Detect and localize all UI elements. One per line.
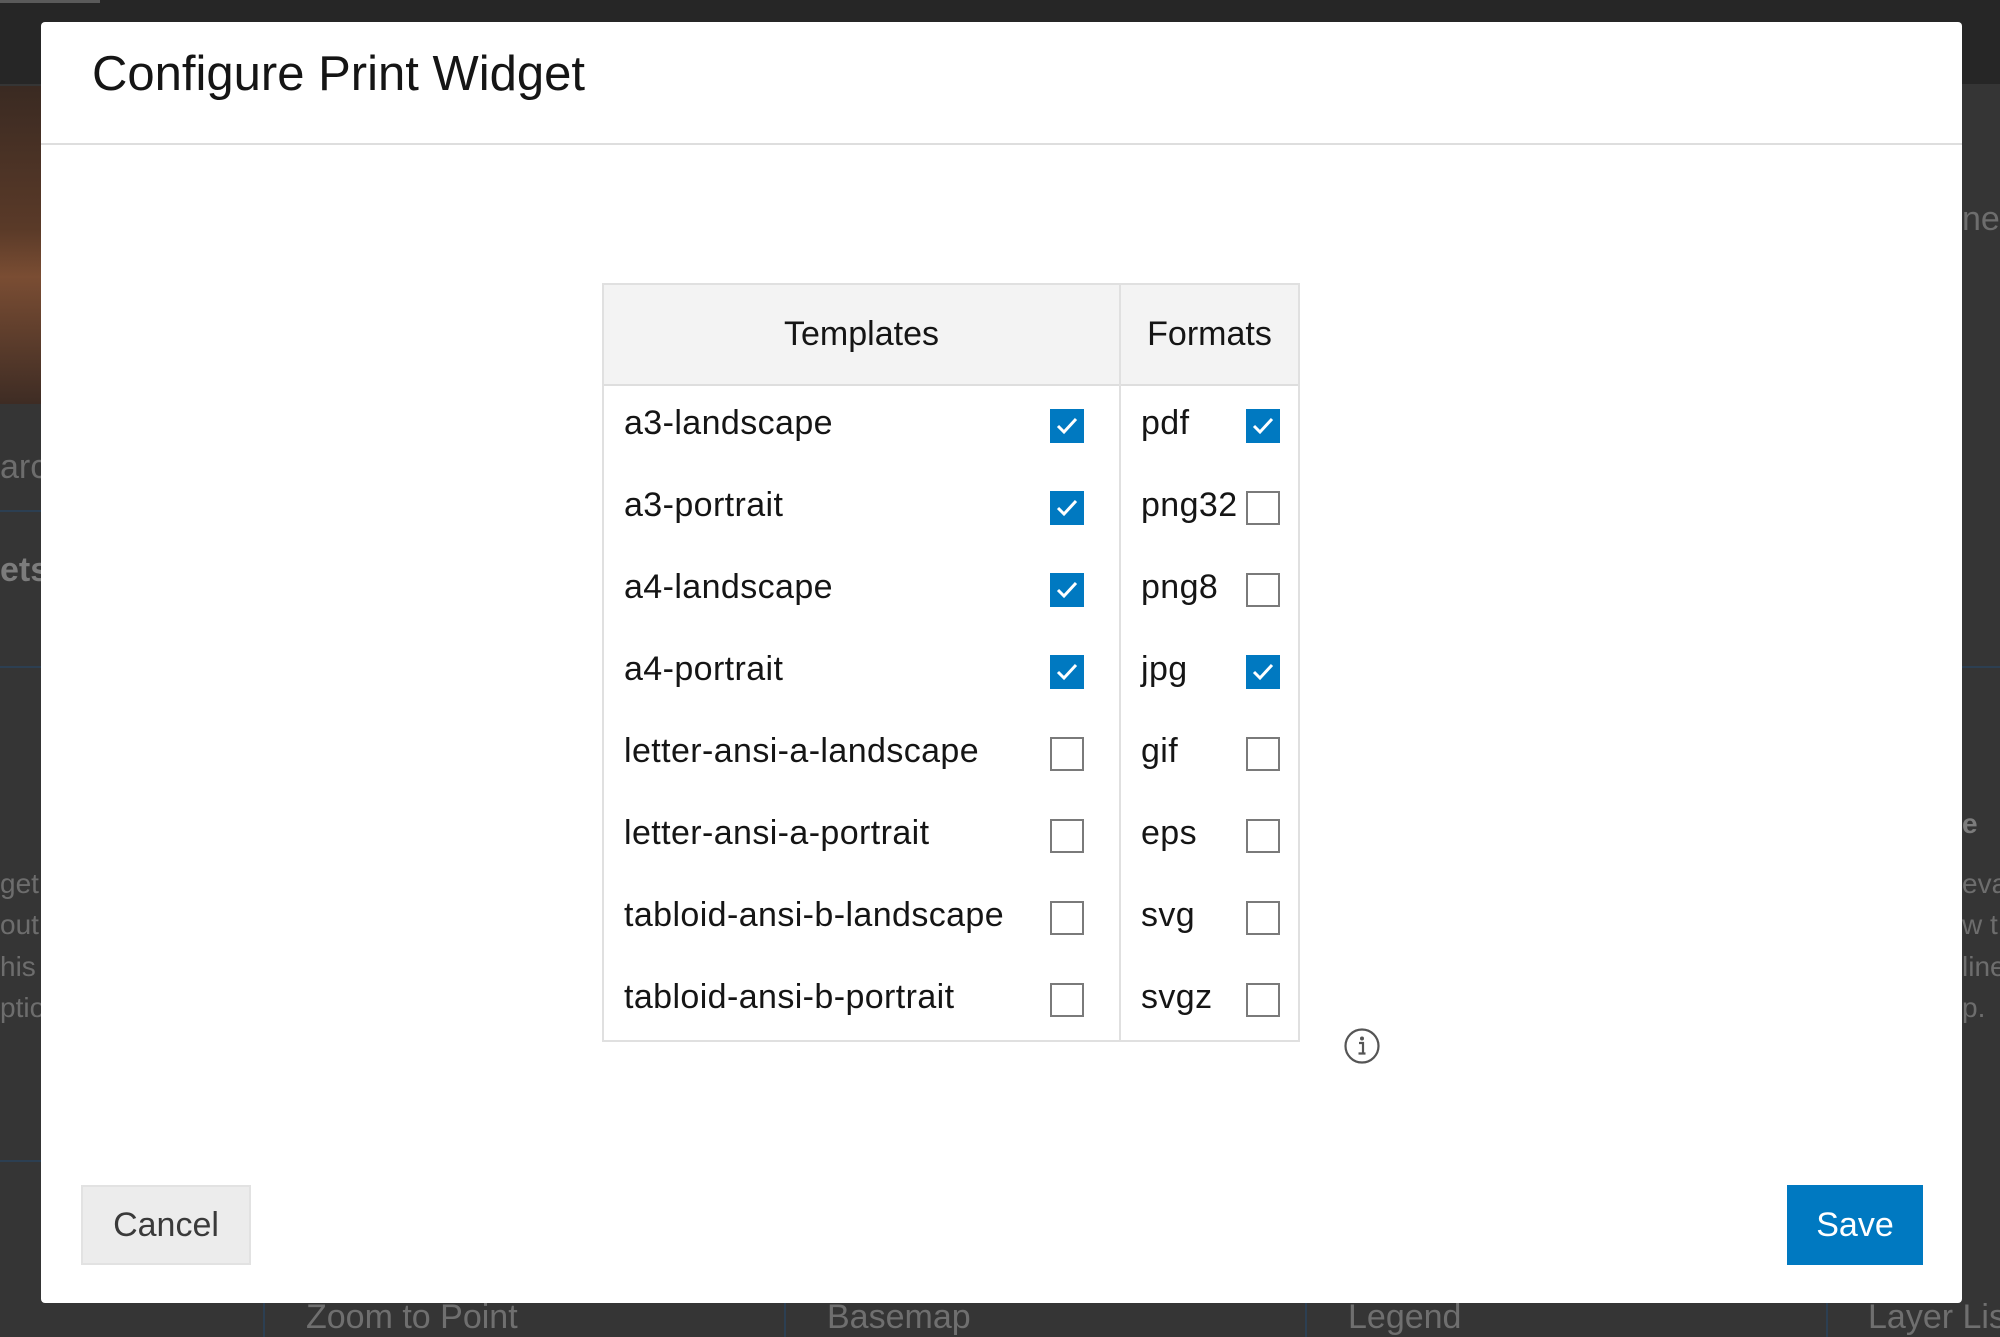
format-row: png8 [1121,550,1298,632]
template-label: letter-ansi-a-portrait [624,814,930,852]
formats-column: Formats pdf png32 png8 jpg gif eps svg s… [1121,285,1298,1040]
templates-list: a3-landscape a3-portrait a4-landscape a4… [604,386,1119,1042]
background-text: line [1962,951,2000,982]
background-text: eva [1962,868,2000,899]
template-label: a3-landscape [624,404,833,442]
checkmark-icon [1056,417,1078,435]
format-label: png32 [1141,486,1238,524]
template-checkbox[interactable] [1050,655,1084,689]
background-text: his [0,951,36,982]
format-row: svg [1121,878,1298,960]
format-checkbox[interactable] [1246,409,1280,443]
template-row: letter-ansi-a-landscape [604,714,1119,796]
format-row: gif [1121,714,1298,796]
template-checkbox[interactable] [1050,409,1084,443]
template-checkbox[interactable] [1050,901,1084,935]
checkmark-icon [1056,581,1078,599]
template-label: tabloid-ansi-b-landscape [624,896,1005,934]
background-card-divider [1305,1300,1307,1337]
format-checkbox[interactable] [1246,737,1280,771]
background-card-title: Zoom to Point [306,1298,518,1336]
background-text: out [0,909,39,940]
background-text: get [0,868,39,899]
format-checkbox[interactable] [1246,655,1280,689]
background-card-title: Legend [1348,1298,1462,1336]
background-card-divider [263,1300,265,1337]
template-label: a4-landscape [624,568,833,606]
format-label: jpg [1141,650,1188,688]
template-label: a4-portrait [624,650,784,688]
dialog-header: Configure Print Widget [41,22,1962,145]
checkmark-icon [1252,417,1274,435]
background-divider [0,510,42,512]
info-circle-icon[interactable] [1343,1027,1381,1065]
background-tab [0,0,100,3]
background-divider [1962,666,2000,668]
checkmark-icon [1056,663,1078,681]
save-button[interactable]: Save [1787,1185,1923,1265]
background-divider [0,1160,42,1162]
background-thumbnail [0,86,42,404]
format-row: png32 [1121,468,1298,550]
format-checkbox[interactable] [1246,901,1280,935]
template-row: tabloid-ansi-b-landscape [604,878,1119,960]
checkmark-icon [1252,663,1274,681]
background-text: p. [1962,992,1986,1023]
background-divider [0,666,42,668]
format-label: eps [1141,814,1198,852]
format-row: eps [1121,796,1298,878]
format-checkbox[interactable] [1246,819,1280,853]
background-card-divider [784,1300,786,1337]
format-label: gif [1141,732,1179,770]
formats-list: pdf png32 png8 jpg gif eps svg svgz [1121,386,1298,1042]
template-row: a4-portrait [604,632,1119,714]
template-row: tabloid-ansi-b-portrait [604,960,1119,1042]
print-options-table: Templates a3-landscape a3-portrait a4-la… [602,283,1300,1042]
template-checkbox[interactable] [1050,983,1084,1017]
background-card-title: Layer Lis [1868,1298,2000,1336]
format-checkbox[interactable] [1246,573,1280,607]
template-row: a3-landscape [604,386,1119,468]
background-text: ne [1962,200,2000,238]
template-label: letter-ansi-a-landscape [624,732,980,770]
format-label: svg [1141,896,1196,934]
templates-header: Templates [604,285,1119,386]
background-text: ptio [0,992,46,1023]
template-checkbox[interactable] [1050,819,1084,853]
background-text: w t [1962,909,1998,940]
format-label: svgz [1141,978,1213,1016]
format-row: jpg [1121,632,1298,714]
background-card-title: Basemap [827,1298,971,1336]
templates-column: Templates a3-landscape a3-portrait a4-la… [604,285,1121,1040]
template-checkbox[interactable] [1050,737,1084,771]
format-checkbox[interactable] [1246,491,1280,525]
template-row: a3-portrait [604,468,1119,550]
background-card-divider [1826,1300,1828,1337]
format-row: pdf [1121,386,1298,468]
format-label: png8 [1141,568,1219,606]
format-label: pdf [1141,404,1190,442]
cancel-button[interactable]: Cancel [81,1185,251,1265]
configure-print-widget-dialog: Configure Print Widget Templates a3-land… [41,22,1962,1303]
template-checkbox[interactable] [1050,573,1084,607]
format-row: svgz [1121,960,1298,1042]
format-checkbox[interactable] [1246,983,1280,1017]
template-row: letter-ansi-a-portrait [604,796,1119,878]
template-row: a4-landscape [604,550,1119,632]
checkmark-icon [1056,499,1078,517]
template-checkbox[interactable] [1050,491,1084,525]
background-text: e [1962,808,1978,839]
formats-header: Formats [1121,285,1298,386]
dialog-title: Configure Print Widget [92,47,585,101]
template-label: a3-portrait [624,486,784,524]
template-label: tabloid-ansi-b-portrait [624,978,955,1016]
